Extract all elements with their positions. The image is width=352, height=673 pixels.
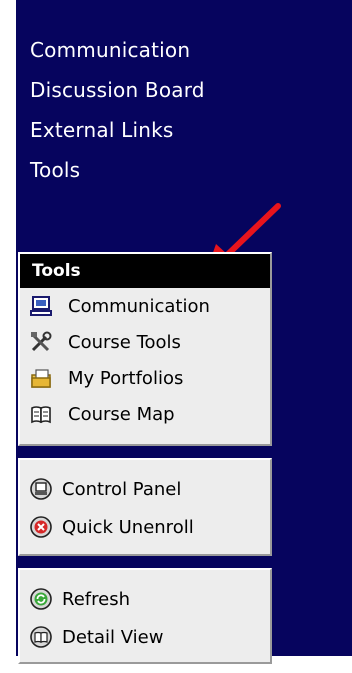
detail-view-icon [30,626,52,648]
course-link-discussion-board[interactable]: Discussion Board [30,70,205,110]
tools-item-communication[interactable]: Communication [20,288,270,324]
tools-box-header: Tools [20,254,270,288]
quick-unenroll-label: Quick Unenroll [62,516,194,538]
course-links: Communication Discussion Board External … [30,30,205,190]
course-link-tools[interactable]: Tools [30,150,205,190]
portfolio-icon [30,367,52,389]
control-panel-link[interactable]: Control Panel [20,470,270,508]
unenroll-icon [30,516,52,538]
view-options-items: Refresh Detail View [20,570,270,656]
tools-item-my-portfolios[interactable]: My Portfolios [20,360,270,396]
tools-icon [30,331,52,353]
detail-view-link[interactable]: Detail View [20,618,270,656]
course-link-external-links[interactable]: External Links [30,110,205,150]
tools-item-label: Communication [68,295,210,317]
detail-view-label: Detail View [62,626,164,648]
control-panel-icon [30,478,52,500]
quick-unenroll-link[interactable]: Quick Unenroll [20,508,270,546]
tools-item-course-tools[interactable]: Course Tools [20,324,270,360]
tools-item-label: My Portfolios [68,367,184,389]
book-icon [30,403,52,425]
course-menu-panel: Communication Discussion Board External … [16,0,352,664]
course-link-communication[interactable]: Communication [30,30,205,70]
control-panel-label: Control Panel [62,478,182,500]
refresh-icon [30,588,52,610]
control-panel-items: Control Panel Quick Unenroll [20,460,270,546]
tools-box: Tools Communication Course Tools My Port… [18,252,272,446]
refresh-link[interactable]: Refresh [20,580,270,618]
tools-item-course-map[interactable]: Course Map [20,396,270,432]
computer-icon [30,295,52,317]
control-panel-box: Control Panel Quick Unenroll [18,458,272,556]
view-options-box: Refresh Detail View [18,568,272,664]
page: Communication Discussion Board External … [0,0,352,673]
tools-item-label: Course Tools [68,331,181,353]
refresh-label: Refresh [62,588,130,610]
tools-item-label: Course Map [68,403,175,425]
